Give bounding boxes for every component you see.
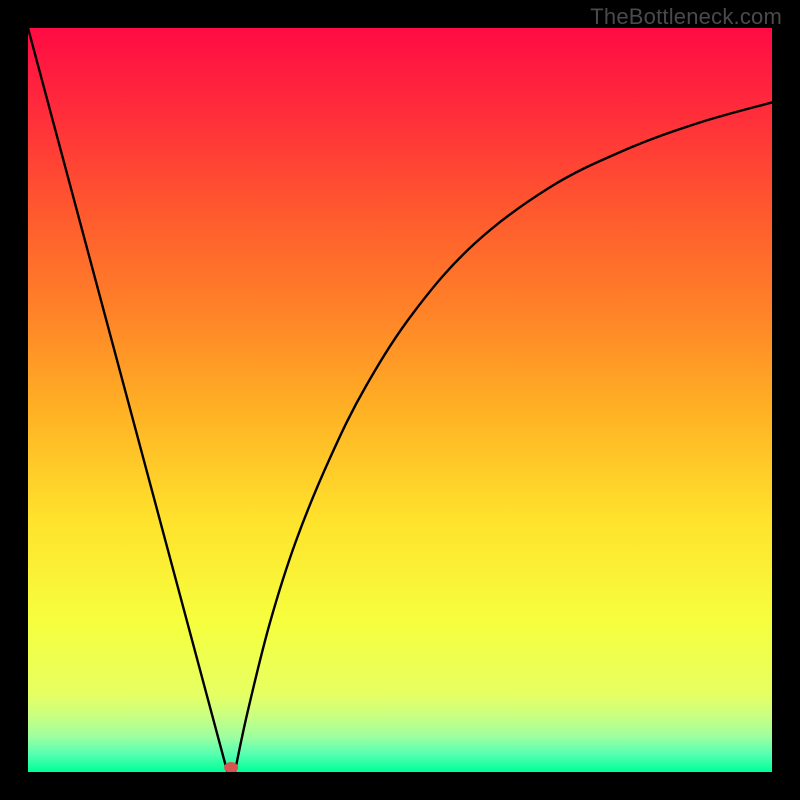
watermark-text: TheBottleneck.com <box>590 4 782 30</box>
bottleneck-chart <box>28 28 772 772</box>
chart-frame: TheBottleneck.com <box>0 0 800 800</box>
plot-area <box>28 28 772 772</box>
gradient-background <box>28 28 772 772</box>
